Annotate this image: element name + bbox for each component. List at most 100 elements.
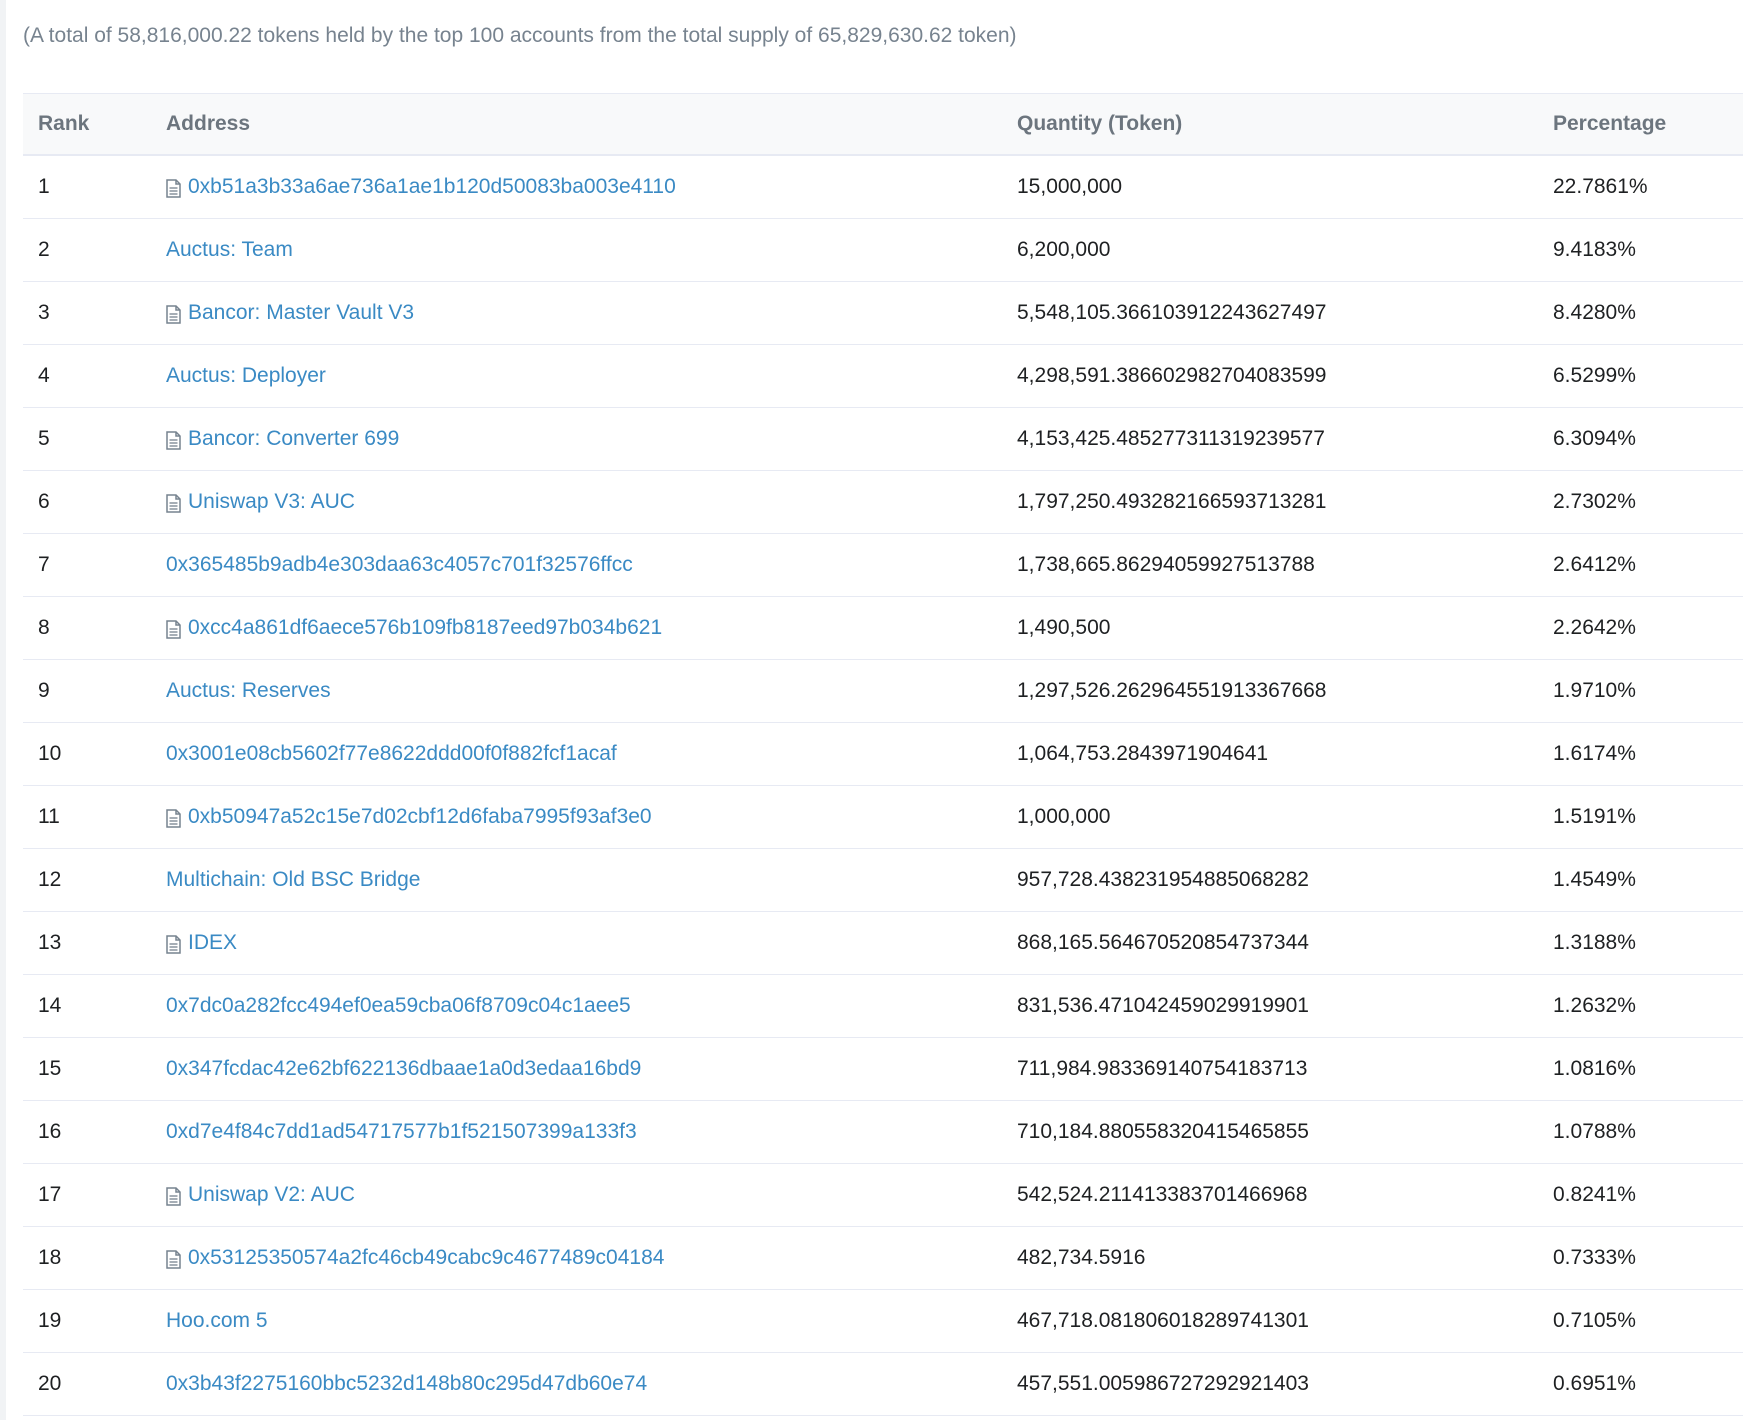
address-link[interactable]: 0x3b43f2275160bbc5232d148b80c295d47db60e… — [166, 1372, 647, 1396]
address-link[interactable]: Auctus: Reserves — [166, 679, 331, 703]
address-link[interactable]: Bancor: Master Vault V3 — [188, 301, 414, 325]
contract-document-icon — [166, 493, 181, 513]
quantity-cell: 15,000,000 — [1017, 175, 1123, 198]
address-link[interactable]: Auctus: Team — [166, 238, 293, 262]
quantity-cell: 710,184.880558320415465855 — [1017, 1120, 1309, 1143]
table-row: 8 0xcc4a861df6aece576b109fb8187eed97b034… — [23, 597, 1743, 660]
address-link[interactable]: 0xb51a3b33a6ae736a1ae1b120d50083ba003e41… — [188, 175, 676, 199]
address-link[interactable]: Auctus: Deployer — [166, 364, 326, 388]
rank-cell: 3 — [38, 301, 50, 324]
quantity-cell: 868,165.564670520854737344 — [1017, 931, 1309, 954]
table-row: 17 Uniswap V2: AUC 542,524.2114133837014… — [23, 1164, 1743, 1227]
rank-cell: 7 — [38, 553, 50, 576]
percentage-cell: 1.5191% — [1553, 805, 1636, 828]
table-row: 15 0x347fcdac42e62bf622136dbaae1a0d3edaa… — [23, 1038, 1743, 1101]
address-cell: 0x3001e08cb5602f77e8622ddd00f0f882fcf1ac… — [166, 742, 617, 766]
address-cell: Uniswap V2: AUC — [166, 1183, 355, 1207]
contract-document-icon — [166, 430, 181, 450]
rank-cell: 9 — [38, 679, 50, 702]
quantity-cell: 4,298,591.386602982704083599 — [1017, 364, 1327, 387]
percentage-cell: 2.7302% — [1553, 490, 1636, 513]
address-cell: 0x7dc0a282fcc494ef0ea59cba06f8709c04c1ae… — [166, 994, 631, 1018]
percentage-cell: 1.2632% — [1553, 994, 1636, 1017]
table-row: 14 0x7dc0a282fcc494ef0ea59cba06f8709c04c… — [23, 975, 1743, 1038]
address-link[interactable]: 0x347fcdac42e62bf622136dbaae1a0d3edaa16b… — [166, 1057, 641, 1081]
table-header-row: Rank Address Quantity (Token) Percentage — [23, 93, 1743, 156]
address-cell: Auctus: Team — [166, 238, 293, 262]
address-cell: 0x347fcdac42e62bf622136dbaae1a0d3edaa16b… — [166, 1057, 641, 1081]
address-link[interactable]: 0x3001e08cb5602f77e8622ddd00f0f882fcf1ac… — [166, 742, 617, 766]
quantity-cell: 1,064,753.2843971904641 — [1017, 742, 1269, 765]
address-link[interactable]: Multichain: Old BSC Bridge — [166, 868, 420, 892]
address-cell: Auctus: Reserves — [166, 679, 331, 703]
address-cell: 0xcc4a861df6aece576b109fb8187eed97b034b6… — [166, 616, 662, 640]
table-row: 13 IDEX 868,165.564670520854737344 1.318… — [23, 912, 1743, 975]
address-link[interactable]: 0x365485b9adb4e303daa63c4057c701f32576ff… — [166, 553, 633, 577]
address-cell: 0x365485b9adb4e303daa63c4057c701f32576ff… — [166, 553, 633, 577]
quantity-cell: 711,984.983369140754183713 — [1017, 1057, 1308, 1080]
address-link[interactable]: 0xcc4a861df6aece576b109fb8187eed97b034b6… — [188, 616, 662, 640]
rank-cell: 16 — [38, 1120, 62, 1143]
address-cell: Uniswap V3: AUC — [166, 490, 355, 514]
rank-cell: 12 — [38, 868, 62, 891]
contract-document-icon — [166, 808, 181, 828]
address-link[interactable]: Hoo.com 5 — [166, 1309, 268, 1333]
contract-document-icon — [166, 1186, 181, 1206]
address-cell: Bancor: Master Vault V3 — [166, 301, 414, 325]
rank-cell: 1 — [38, 175, 50, 198]
table-row: 6 Uniswap V3: AUC 1,797,250.493282166593… — [23, 471, 1743, 534]
rank-cell: 6 — [38, 490, 50, 513]
address-cell: 0x3b43f2275160bbc5232d148b80c295d47db60e… — [166, 1372, 647, 1396]
contract-document-icon — [166, 1249, 181, 1269]
holders-summary: (A total of 58,816,000.22 tokens held by… — [23, 24, 1017, 47]
address-cell: Hoo.com 5 — [166, 1309, 268, 1333]
quantity-cell: 1,000,000 — [1017, 805, 1111, 828]
header-percentage: Percentage — [1553, 112, 1667, 135]
table-row: 2 Auctus: Team 6,200,000 9.4183% — [23, 219, 1743, 282]
quantity-cell: 457,551.005986727292921403 — [1017, 1372, 1309, 1395]
address-link[interactable]: IDEX — [188, 931, 237, 955]
percentage-cell: 2.6412% — [1553, 553, 1636, 576]
percentage-cell: 1.3188% — [1553, 931, 1636, 954]
rank-cell: 2 — [38, 238, 50, 261]
address-link[interactable]: Uniswap V2: AUC — [188, 1183, 355, 1207]
address-link[interactable]: 0x53125350574a2fc46cb49cabc9c4677489c041… — [188, 1246, 664, 1270]
rank-cell: 5 — [38, 427, 50, 450]
address-link[interactable]: Uniswap V3: AUC — [188, 490, 355, 514]
address-link[interactable]: 0xd7e4f84c7dd1ad54717577b1f521507399a133… — [166, 1120, 637, 1144]
left-edge — [0, 0, 6, 1420]
rank-cell: 11 — [38, 805, 60, 828]
quantity-cell: 1,297,526.262964551913367668 — [1017, 679, 1327, 702]
quantity-cell: 1,797,250.493282166593713281 — [1017, 490, 1327, 513]
token-holders-page: (A total of 58,816,000.22 tokens held by… — [0, 0, 1743, 1420]
rank-cell: 8 — [38, 616, 50, 639]
table-row: 9 Auctus: Reserves 1,297,526.26296455191… — [23, 660, 1743, 723]
table-row: 5 Bancor: Converter 699 4,153,425.485277… — [23, 408, 1743, 471]
quantity-cell: 957,728.438231954885068282 — [1017, 868, 1309, 891]
quantity-cell: 831,536.471042459029919901 — [1017, 994, 1309, 1017]
rank-cell: 17 — [38, 1183, 62, 1206]
address-cell: 0xd7e4f84c7dd1ad54717577b1f521507399a133… — [166, 1120, 637, 1144]
table-row: 18 0x53125350574a2fc46cb49cabc9c4677489c… — [23, 1227, 1743, 1290]
table-row: 3 Bancor: Master Vault V3 5,548,105.3661… — [23, 282, 1743, 345]
percentage-cell: 1.9710% — [1553, 679, 1636, 702]
percentage-cell: 22.7861% — [1553, 175, 1648, 198]
quantity-cell: 1,490,500 — [1017, 616, 1111, 639]
address-link[interactable]: Bancor: Converter 699 — [188, 427, 399, 451]
percentage-cell: 0.6951% — [1553, 1372, 1636, 1395]
address-cell: Bancor: Converter 699 — [166, 427, 399, 451]
address-link[interactable]: 0xb50947a52c15e7d02cbf12d6faba7995f93af3… — [188, 805, 652, 829]
table-row: 10 0x3001e08cb5602f77e8622ddd00f0f882fcf… — [23, 723, 1743, 786]
address-link[interactable]: 0x7dc0a282fcc494ef0ea59cba06f8709c04c1ae… — [166, 994, 631, 1018]
table-row: 16 0xd7e4f84c7dd1ad54717577b1f521507399a… — [23, 1101, 1743, 1164]
table-row: 4 Auctus: Deployer 4,298,591.38660298270… — [23, 345, 1743, 408]
percentage-cell: 1.4549% — [1553, 868, 1636, 891]
quantity-cell: 542,524.211413383701466968 — [1017, 1183, 1308, 1206]
percentage-cell: 6.5299% — [1553, 364, 1636, 387]
contract-document-icon — [166, 304, 181, 324]
table-row: 20 0x3b43f2275160bbc5232d148b80c295d47db… — [23, 1353, 1743, 1416]
percentage-cell: 1.6174% — [1553, 742, 1636, 765]
percentage-cell: 8.4280% — [1553, 301, 1636, 324]
address-cell: 0xb50947a52c15e7d02cbf12d6faba7995f93af3… — [166, 805, 652, 829]
percentage-cell: 9.4183% — [1553, 238, 1636, 261]
